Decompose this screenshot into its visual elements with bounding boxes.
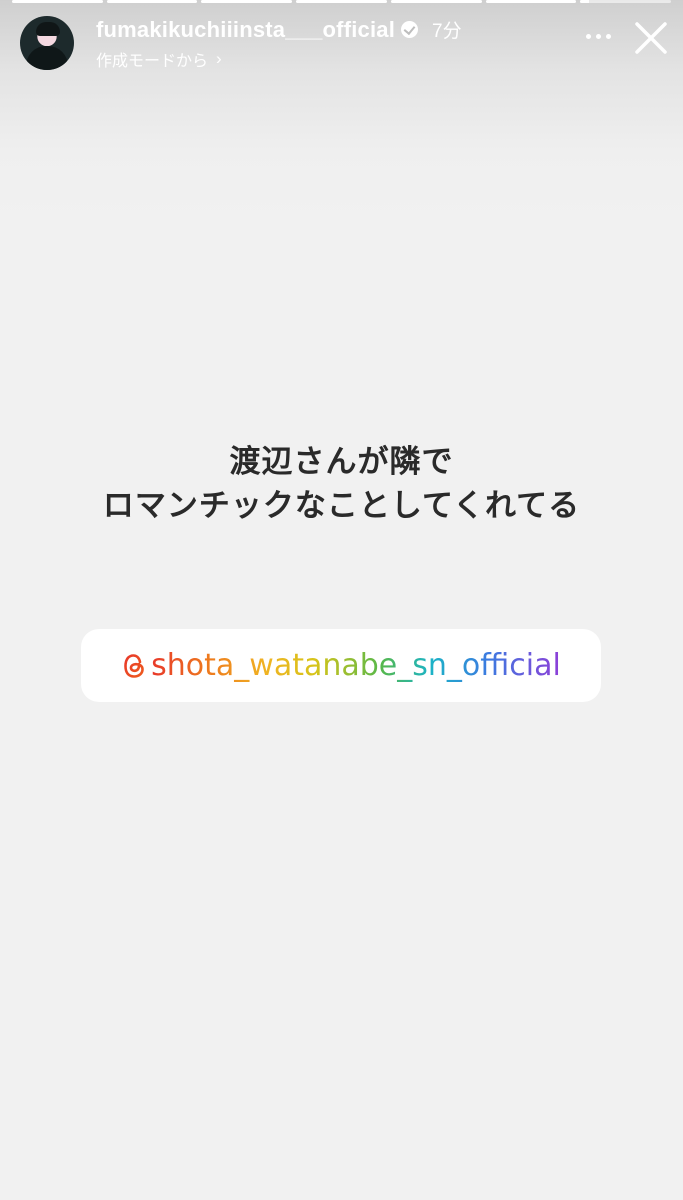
avatar-hair [36,22,60,36]
username[interactable]: fumakikuchiiinsta___official [96,17,395,43]
story-header: fumakikuchiiinsta___official 7分 作成モードから … [20,14,669,74]
progress-segment [296,0,387,3]
create-mode-link[interactable]: 作成モードから › [96,47,222,71]
verified-badge-icon [401,21,419,38]
mention-handle: shota_watanabe_sn_official [151,648,561,683]
progress-fill [12,0,103,3]
progress-fill [106,0,198,3]
chevron-right-icon: › [216,49,222,68]
username-row: fumakikuchiiinsta___official 7分 [96,16,462,43]
threads-icon [124,653,144,678]
progress-segment [485,0,577,3]
progress-segment [201,0,293,3]
story-viewer[interactable]: fumakikuchiiinsta___official 7分 作成モードから … [0,0,683,1200]
create-mode-label: 作成モードから [96,53,209,70]
more-dot [586,34,591,39]
progress-fill [580,0,590,3]
story-caption: 渡辺さんが隣で ロマンチックなことしてくれてる [0,440,683,528]
progress-segment [390,0,482,3]
progress-segment [580,0,672,3]
progress-segment [12,0,103,3]
close-icon[interactable] [633,20,669,56]
caption-line-1: 渡辺さんが隣で [229,444,454,480]
progress-fill [296,0,387,3]
avatar-body [26,46,68,70]
story-time: 7分 [432,21,462,42]
progress-fill [390,0,482,3]
more-options-icon[interactable] [586,34,611,39]
progress-fill [485,0,577,3]
caption-line-2: ロマンチックなことしてくれてる [102,488,581,524]
mention-sticker[interactable]: shota_watanabe_sn_official [81,629,601,702]
progress-fill [201,0,293,3]
more-dot [606,34,611,39]
more-dot [596,34,601,39]
profile-avatar[interactable] [20,16,74,70]
story-progress-bar [12,0,672,4]
progress-segment [106,0,198,3]
